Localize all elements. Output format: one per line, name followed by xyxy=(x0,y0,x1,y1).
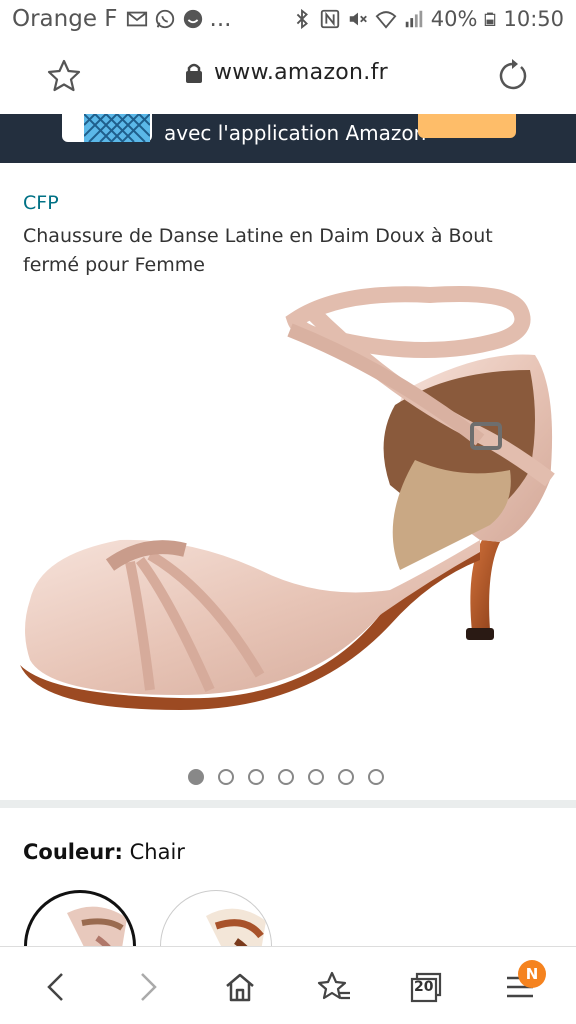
url-bar: www.amazon.fr xyxy=(0,38,576,114)
back-button[interactable] xyxy=(36,967,76,1007)
app-icon xyxy=(183,9,202,29)
more-notifications: ... xyxy=(209,6,232,32)
color-label: Couleur: xyxy=(23,840,123,864)
color-value: Chair xyxy=(129,840,185,864)
chevron-left-icon xyxy=(47,973,63,1001)
carousel-dot-6[interactable] xyxy=(338,769,354,785)
browser-bottom-nav: 20 xyxy=(0,946,576,1024)
clock: 10:50 xyxy=(503,7,564,31)
url-text: www.amazon.fr xyxy=(214,60,388,85)
nfc-icon xyxy=(320,9,339,29)
chevron-right-icon xyxy=(141,973,157,1001)
forward-button[interactable] xyxy=(128,967,168,1007)
carousel-dot-1[interactable] xyxy=(188,769,204,785)
screen: Orange F ... 40% 10:50 www.amazon.fr ave… xyxy=(0,0,576,1024)
bookmarks-button[interactable] xyxy=(314,967,354,1007)
section-divider xyxy=(0,800,576,808)
mute-icon xyxy=(349,12,367,26)
app-logo-pattern-icon xyxy=(84,114,150,142)
bookmark-star-icon[interactable] xyxy=(46,58,82,94)
gmail-icon xyxy=(126,11,147,27)
carousel-dot-4[interactable] xyxy=(278,769,294,785)
banner-text: avec l'application Amazon xyxy=(164,121,427,145)
battery-icon xyxy=(485,12,496,26)
carousel-dot-5[interactable] xyxy=(308,769,324,785)
address-field[interactable]: www.amazon.fr xyxy=(184,60,388,85)
bluetooth-icon xyxy=(296,8,308,30)
image-carousel-dots xyxy=(188,769,384,785)
product-image[interactable] xyxy=(10,270,566,730)
status-right: 40% 10:50 xyxy=(291,7,564,31)
carrier-label: Orange F xyxy=(12,6,118,32)
brand-link[interactable]: CFP xyxy=(23,192,59,214)
bookmarks-star-icon xyxy=(317,971,350,1000)
wifi-icon xyxy=(375,11,397,29)
banner-open-button[interactable] xyxy=(418,114,516,138)
lock-icon xyxy=(186,63,202,83)
home-icon xyxy=(226,973,254,1002)
status-bar: Orange F ... 40% 10:50 xyxy=(0,0,576,38)
carousel-dot-2[interactable] xyxy=(218,769,234,785)
notification-icons: ... xyxy=(126,6,232,32)
carousel-dot-7[interactable] xyxy=(368,769,384,785)
carousel-dot-3[interactable] xyxy=(248,769,264,785)
app-banner[interactable]: avec l'application Amazon xyxy=(0,114,576,163)
signal-icon xyxy=(405,10,423,28)
home-button[interactable] xyxy=(220,967,260,1007)
battery-percent: 40% xyxy=(430,7,478,31)
tabs-button[interactable]: 20 xyxy=(406,967,446,1007)
whatsapp-icon xyxy=(155,9,174,29)
color-selector-label: Couleur: Chair xyxy=(23,840,185,864)
reload-icon[interactable] xyxy=(494,58,530,94)
menu-notification-badge: N xyxy=(518,960,546,988)
tab-count: 20 xyxy=(414,979,434,995)
